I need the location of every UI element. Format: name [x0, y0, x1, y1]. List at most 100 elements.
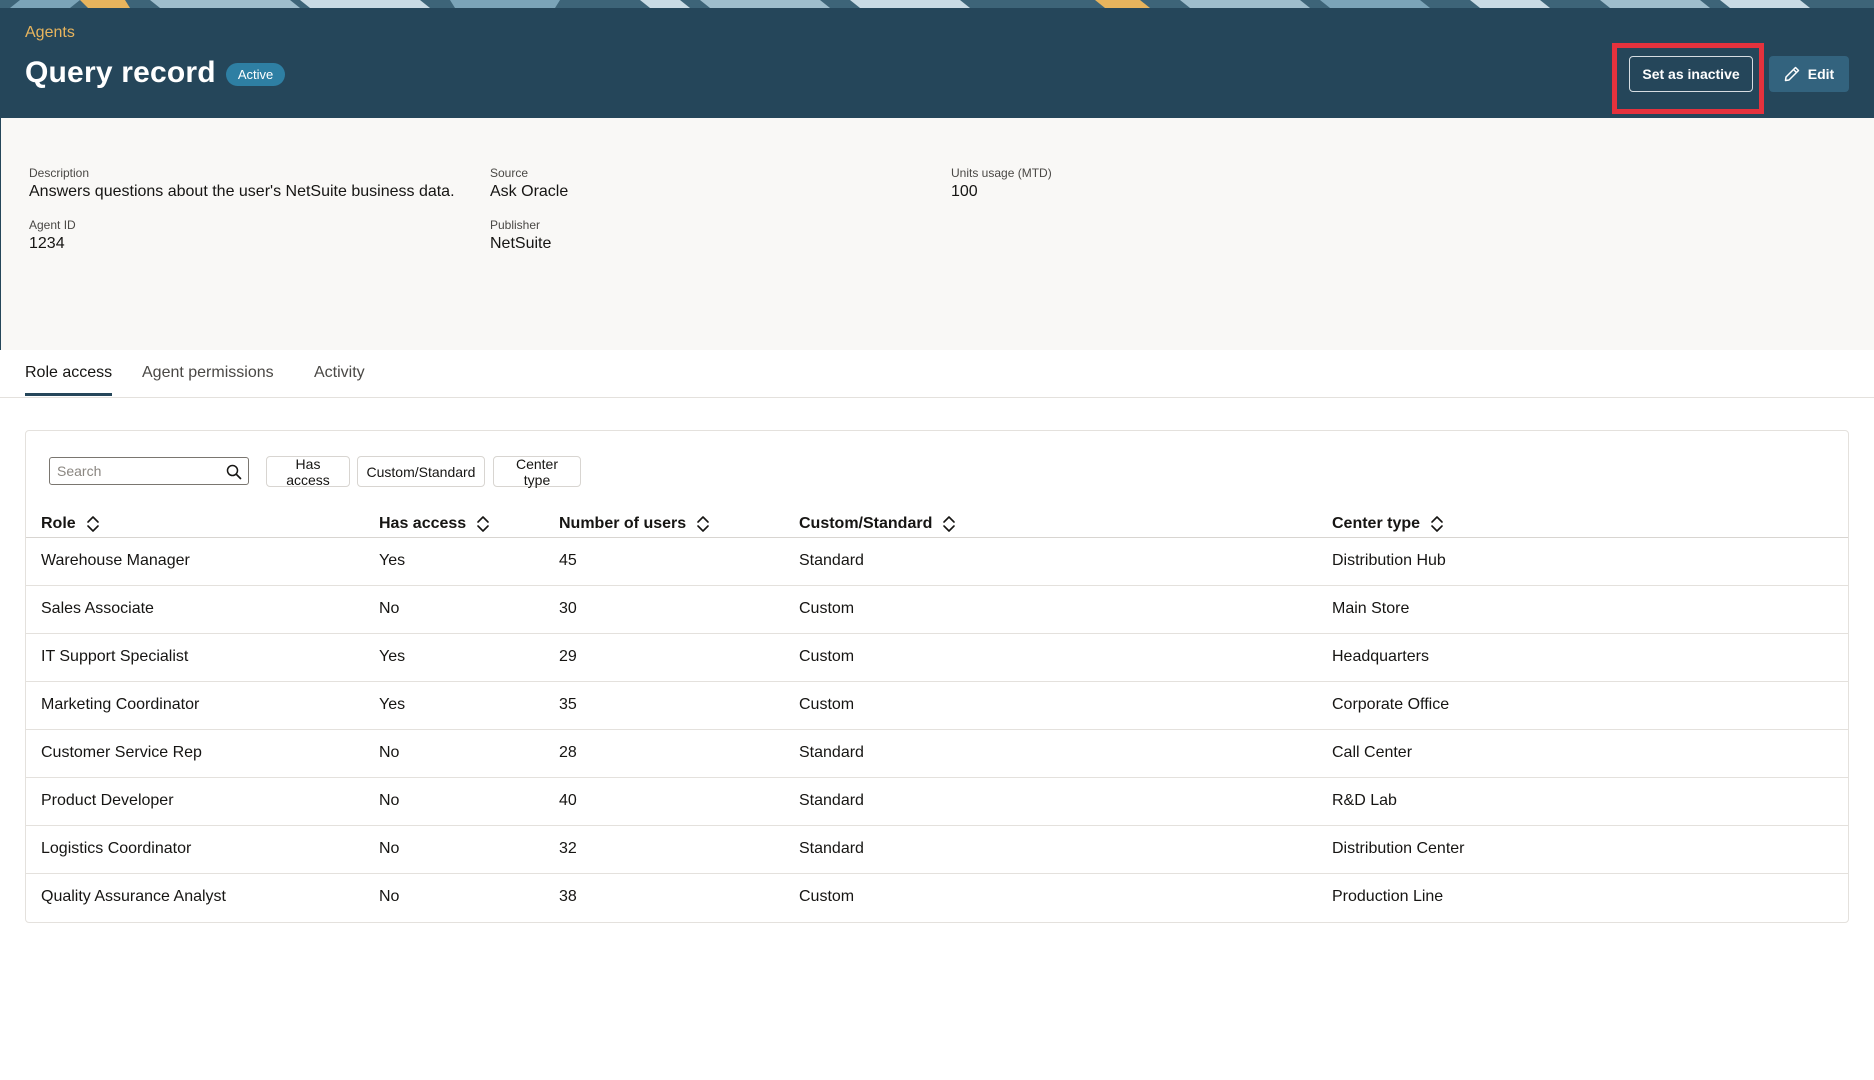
cell-custom-standard: Custom — [799, 600, 855, 617]
role-access-card: Has access Custom/Standard Center type R… — [25, 430, 1849, 923]
edit-button-label: Edit — [1807, 66, 1835, 82]
table-row[interactable]: Customer Service Rep No 28 Standard Call… — [26, 730, 1848, 778]
cell-number-of-users: 38 — [559, 888, 577, 905]
source-label: Source — [490, 166, 529, 180]
description-value: Answers questions about the user's NetSu… — [29, 183, 455, 200]
cell-center-type: Distribution Center — [1332, 840, 1465, 857]
cell-center-type: Headquarters — [1332, 648, 1429, 665]
cell-custom-standard: Standard — [799, 552, 864, 569]
cell-number-of-users: 30 — [559, 600, 577, 617]
cell-has-access: No — [379, 744, 400, 761]
column-header-has-access-label: Has access — [379, 515, 467, 532]
column-header-center-type-label: Center type — [1332, 515, 1421, 532]
table-row[interactable]: Logistics Coordinator No 32 Standard Dis… — [26, 826, 1848, 874]
details-panel: Description Answers questions about the … — [0, 118, 1874, 350]
tab-agent-permissions[interactable]: Agent permissions — [142, 364, 274, 396]
agent-id-value: 1234 — [29, 235, 65, 252]
column-header-number-of-users-label: Number of users — [559, 515, 687, 532]
search-box — [49, 457, 249, 485]
page-title: Query record — [25, 56, 216, 89]
cell-has-access: Yes — [379, 552, 406, 569]
sort-icon — [697, 516, 709, 532]
table-row[interactable]: Product Developer No 40 Standard R&D Lab — [26, 778, 1848, 826]
cell-has-access: No — [379, 792, 400, 809]
filter-custom-standard[interactable]: Custom/Standard — [357, 456, 485, 487]
search-icon[interactable] — [226, 464, 242, 480]
table-row[interactable]: Warehouse Manager Yes 45 Standard Distri… — [26, 538, 1848, 586]
tab-role-access[interactable]: Role access — [25, 364, 113, 396]
cell-custom-standard: Standard — [799, 840, 864, 857]
source-value: Ask Oracle — [490, 183, 569, 200]
pencil-icon — [1784, 66, 1800, 82]
breadcrumb-agents[interactable]: Agents — [25, 24, 75, 42]
cell-center-type: R&D Lab — [1332, 792, 1397, 809]
cell-role: Logistics Coordinator — [41, 840, 192, 857]
cell-center-type: Call Center — [1332, 744, 1413, 761]
cell-role: Quality Assurance Analyst — [41, 888, 226, 905]
cell-role: Customer Service Rep — [41, 744, 202, 761]
page-header: Agents Query record Active Set as inacti… — [0, 0, 1874, 118]
status-badge: Active — [225, 63, 286, 86]
cell-number-of-users: 45 — [559, 552, 577, 569]
title-row: Query record Active — [25, 56, 286, 90]
cell-center-type: Corporate Office — [1332, 696, 1450, 713]
cell-center-type: Production Line — [1332, 888, 1444, 905]
publisher-label: Publisher — [490, 218, 541, 232]
cell-custom-standard: Standard — [799, 744, 864, 761]
publisher-field: Publisher NetSuite — [490, 218, 551, 253]
column-header-has-access[interactable]: Has access — [379, 515, 490, 533]
header-pattern — [0, 0, 1874, 8]
table-row[interactable]: Quality Assurance Analyst No 38 Custom P… — [26, 874, 1848, 922]
cell-number-of-users: 32 — [559, 840, 577, 857]
cell-custom-standard: Custom — [799, 696, 855, 713]
sort-icon — [1431, 516, 1443, 532]
source-field: Source Ask Oracle — [490, 166, 568, 201]
cell-has-access: No — [379, 840, 400, 857]
cell-custom-standard: Custom — [799, 648, 855, 665]
description-label: Description — [29, 166, 90, 180]
cell-center-type: Distribution Hub — [1332, 552, 1446, 569]
cell-has-access: Yes — [379, 648, 406, 665]
cell-custom-standard: Custom — [799, 888, 855, 905]
units-usage-field: Units usage (MTD) 100 — [951, 166, 1052, 201]
tab-activity[interactable]: Activity — [314, 364, 365, 396]
sort-icon — [477, 516, 489, 532]
cell-role: Marketing Coordinator — [41, 696, 200, 713]
column-header-center-type[interactable]: Center type — [1332, 515, 1444, 533]
description-field: Description Answers questions about the … — [29, 166, 455, 201]
table-row[interactable]: IT Support Specialist Yes 29 Custom Head… — [26, 634, 1848, 682]
cell-role: Warehouse Manager — [41, 552, 190, 569]
sort-icon — [943, 516, 956, 532]
publisher-value: NetSuite — [490, 235, 552, 252]
column-header-custom-standard-label: Custom/Standard — [799, 515, 933, 532]
filter-center-type[interactable]: Center type — [493, 456, 581, 488]
cell-has-access: No — [379, 888, 400, 905]
tab-bar: Role access Agent permissions Activity — [0, 350, 1874, 398]
column-header-number-of-users[interactable]: Number of users — [559, 515, 710, 533]
sort-icon — [86, 516, 99, 532]
column-header-role[interactable]: Role — [41, 515, 100, 533]
units-usage-value: 100 — [951, 183, 978, 200]
units-usage-label: Units usage (MTD) — [951, 166, 1052, 180]
cell-custom-standard: Standard — [799, 792, 864, 809]
cell-has-access: Yes — [379, 696, 406, 713]
column-header-custom-standard[interactable]: Custom/Standard — [799, 515, 956, 533]
column-header-role-label: Role — [41, 515, 76, 532]
agent-id-field: Agent ID 1234 — [29, 218, 76, 253]
table-row[interactable]: Marketing Coordinator Yes 35 Custom Corp… — [26, 682, 1848, 730]
cell-number-of-users: 29 — [559, 648, 577, 665]
edit-button[interactable]: Edit — [1769, 56, 1849, 92]
filter-has-access[interactable]: Has access — [266, 456, 350, 488]
cell-number-of-users: 40 — [559, 792, 577, 809]
cell-number-of-users: 35 — [559, 696, 577, 713]
cell-has-access: No — [379, 600, 400, 617]
cell-role: Sales Associate — [41, 600, 154, 617]
search-input[interactable] — [57, 463, 217, 479]
cell-role: IT Support Specialist — [41, 648, 189, 665]
agent-id-label: Agent ID — [29, 218, 76, 232]
cell-role: Product Developer — [41, 792, 174, 809]
cell-number-of-users: 28 — [559, 744, 577, 761]
set-as-inactive-button[interactable]: Set as inactive — [1629, 56, 1753, 92]
cell-center-type: Main Store — [1332, 600, 1410, 617]
table-row[interactable]: Sales Associate No 30 Custom Main Store — [26, 586, 1848, 634]
